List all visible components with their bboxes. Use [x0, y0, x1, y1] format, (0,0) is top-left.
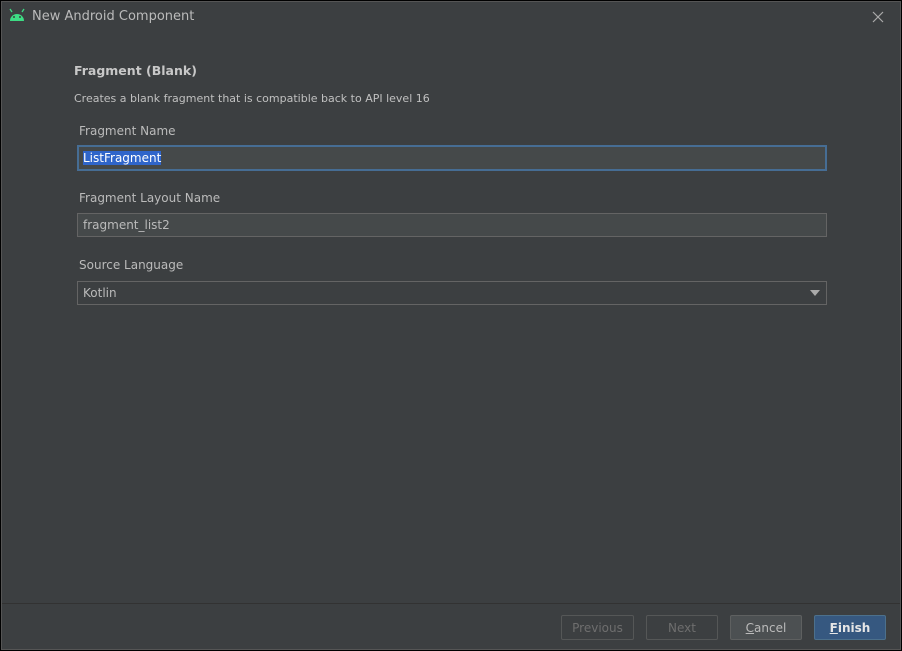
previous-button-label: Previous [572, 620, 623, 635]
next-button[interactable]: Next [646, 615, 718, 640]
window-title: New Android Component [32, 9, 195, 24]
title-bar: New Android Component [2, 2, 900, 32]
android-icon [9, 8, 25, 21]
template-description: Creates a blank fragment that is compati… [74, 92, 430, 105]
finish-button-label: Finish [829, 620, 871, 635]
source-language-select[interactable]: Kotlin [77, 281, 827, 305]
footer-divider [2, 603, 900, 604]
close-icon [872, 11, 884, 23]
cancel-button[interactable]: Cancel [730, 615, 802, 640]
template-heading: Fragment (Blank) [74, 63, 197, 78]
next-button-label: Next [668, 620, 696, 635]
layout-name-label: Fragment Layout Name [79, 191, 221, 205]
source-language-value: Kotlin [83, 286, 117, 300]
fragment-name-value: ListFragment [83, 151, 162, 165]
previous-button[interactable]: Previous [561, 615, 634, 640]
finish-button[interactable]: Finish [814, 615, 886, 640]
close-button[interactable] [868, 7, 888, 27]
cancel-button-label: Cancel [745, 620, 787, 635]
layout-name-input[interactable]: fragment_list2 [77, 213, 827, 237]
fragment-name-input[interactable]: ListFragment [77, 145, 827, 171]
dialog-window: New Android Component Fragment (Blank) C… [1, 1, 901, 650]
layout-name-value: fragment_list2 [83, 218, 170, 232]
fragment-name-label: Fragment Name [79, 124, 176, 138]
source-language-label: Source Language [79, 258, 184, 272]
chevron-down-icon [810, 290, 820, 296]
